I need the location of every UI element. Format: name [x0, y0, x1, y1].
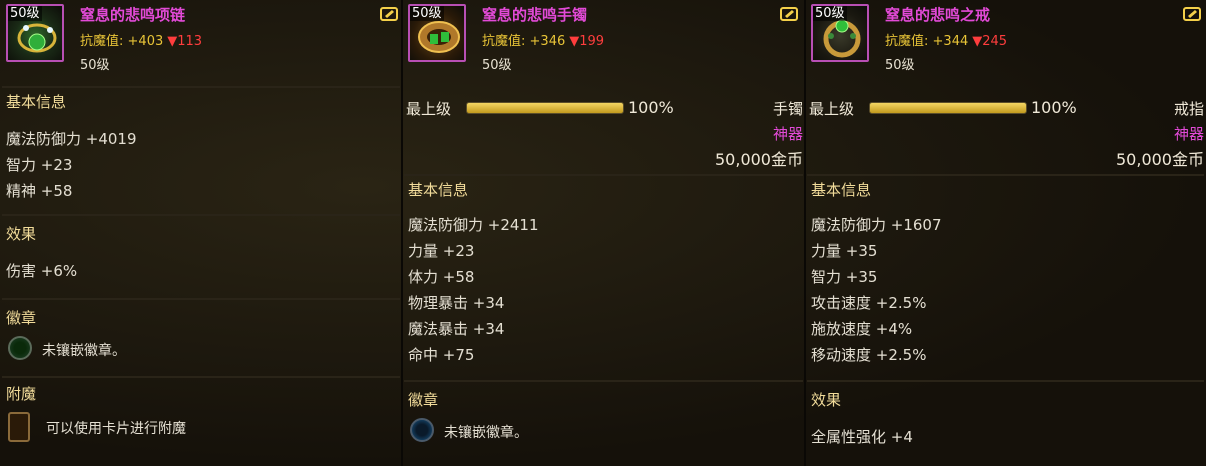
- stat-line: 物理暴击 +34: [408, 294, 505, 312]
- section-basic-info: 基本信息: [811, 181, 872, 199]
- stat-label: 抗魔值:: [80, 34, 124, 49]
- grade-percent: 100%: [1031, 98, 1077, 117]
- stat-line: 命中 +75: [408, 346, 475, 364]
- stat-line: 魔法防御力 +1607: [811, 216, 942, 234]
- required-level: 50级: [80, 58, 110, 73]
- required-level: 50级: [482, 58, 512, 73]
- stat-line: 施放速度 +4%: [811, 320, 913, 338]
- item-rarity: 神器: [1173, 125, 1204, 143]
- item-header: 50级 窒息的悲鸣手镯 抗魔值: +346 ▼199 50级: [402, 0, 805, 92]
- item-slot-type: 戒指: [1173, 100, 1204, 118]
- divider: [807, 380, 1204, 382]
- divider: [2, 214, 400, 216]
- grade-bar: [466, 102, 624, 114]
- stat-line: 魔法防御力 +4019: [6, 130, 137, 148]
- bracelet-icon[interactable]: 50级: [408, 4, 466, 62]
- grade-bar-fill: [467, 103, 623, 113]
- grade-bar: [869, 102, 1027, 114]
- grade-bar-fill: [870, 103, 1026, 113]
- stat-line: 力量 +23: [408, 242, 475, 260]
- compare-icon[interactable]: [780, 6, 798, 22]
- grade-row: 最上级 100% 戒指: [805, 92, 1206, 122]
- level-tag: 50级: [813, 6, 847, 21]
- emblem-socket-icon: [410, 418, 434, 442]
- section-emblem: 徽章: [6, 309, 37, 327]
- section-enchant: 附魔: [6, 385, 37, 403]
- stat-line: 魔法暴击 +34: [408, 320, 505, 338]
- grade-percent: 100%: [628, 98, 674, 117]
- item-name: 窒息的悲鸣之戒: [885, 6, 991, 24]
- emblem-slot[interactable]: 未镶嵌徽章。: [402, 414, 805, 450]
- tooltip-comparison: 50级 窒息的悲鸣项链 抗魔值: +403 ▼113 50级 基本信息 魔法防御力…: [0, 0, 1206, 466]
- emblem-socket-icon: [8, 336, 32, 360]
- stat-value: +346: [529, 34, 566, 49]
- item-price: 50,000金币: [1116, 150, 1204, 169]
- emblem-text: 未镶嵌徽章。: [42, 343, 126, 359]
- stat-line: 智力 +23: [6, 156, 73, 174]
- ring-icon[interactable]: 50级: [811, 4, 869, 62]
- grade-row: 最上级 100% 手镯: [402, 92, 805, 122]
- item-tooltip-necklace: 50级 窒息的悲鸣项链 抗魔值: +403 ▼113 50级 基本信息 魔法防御力…: [0, 0, 402, 466]
- grade-label: 最上级: [809, 100, 855, 118]
- stat-line: 精神 +58: [6, 182, 73, 200]
- stat-value: +403: [127, 34, 164, 49]
- magic-resist-stat: 抗魔值: +344 ▼245: [885, 30, 1007, 49]
- section-effect: 效果: [811, 391, 842, 409]
- stat-line: 攻击速度 +2.5%: [811, 294, 927, 312]
- compare-icon[interactable]: [380, 6, 398, 22]
- card-slot-icon: [8, 412, 30, 442]
- item-price: 50,000金币: [715, 150, 803, 169]
- section-effect: 效果: [6, 225, 37, 243]
- magic-resist-stat: 抗魔值: +346 ▼199: [482, 30, 604, 49]
- compare-icon[interactable]: [1183, 6, 1201, 22]
- emblem-slot[interactable]: 未镶嵌徽章。: [0, 332, 402, 368]
- section-basic-info: 基本信息: [6, 93, 67, 111]
- item-name: 窒息的悲鸣项链: [80, 6, 186, 24]
- grade-label: 最上级: [406, 100, 452, 118]
- required-level: 50级: [885, 58, 915, 73]
- enchant-slot[interactable]: 可以使用卡片进行附魔: [0, 408, 402, 448]
- stat-label: 抗魔值:: [482, 34, 526, 49]
- item-slot-type: 手镯: [772, 100, 803, 118]
- level-tag: 50级: [8, 6, 42, 21]
- stat-line: 智力 +35: [811, 268, 878, 286]
- stat-line: 移动速度 +2.5%: [811, 346, 927, 364]
- stat-decrease: ▼199: [569, 34, 605, 49]
- necklace-icon[interactable]: 50级: [6, 4, 64, 62]
- item-header: 50级 窒息的悲鸣之戒 抗魔值: +344 ▼245 50级: [805, 0, 1206, 92]
- item-rarity: 神器: [772, 125, 803, 143]
- level-tag: 50级: [410, 6, 444, 21]
- effect-line: 全属性强化 +4: [811, 428, 913, 446]
- stat-decrease: ▼245: [972, 34, 1008, 49]
- stat-value: +344: [932, 34, 969, 49]
- section-emblem: 徽章: [408, 391, 439, 409]
- section-basic-info: 基本信息: [408, 181, 469, 199]
- item-name: 窒息的悲鸣手镯: [482, 6, 588, 24]
- enchant-text: 可以使用卡片进行附魔: [46, 421, 186, 437]
- stat-line: 力量 +35: [811, 242, 878, 260]
- item-tooltip-bracelet: 50级 窒息的悲鸣手镯 抗魔值: +346 ▼199 50级 最上级 100% 手…: [402, 0, 805, 466]
- item-header: 50级 窒息的悲鸣项链 抗魔值: +403 ▼113 50级: [0, 0, 402, 86]
- divider: [404, 380, 803, 382]
- stat-line: 体力 +58: [408, 268, 475, 286]
- stat-line: 魔法防御力 +2411: [408, 216, 539, 234]
- divider: [2, 298, 400, 300]
- emblem-text: 未镶嵌徽章。: [444, 425, 528, 441]
- effect-line: 伤害 +6%: [6, 262, 78, 280]
- divider: [2, 376, 400, 378]
- magic-resist-stat: 抗魔值: +403 ▼113: [80, 30, 202, 49]
- stat-label: 抗魔值:: [885, 34, 929, 49]
- item-tooltip-ring: 50级 窒息的悲鸣之戒 抗魔值: +344 ▼245 50级 最上级 100% 戒…: [805, 0, 1206, 466]
- stat-decrease: ▼113: [167, 34, 203, 49]
